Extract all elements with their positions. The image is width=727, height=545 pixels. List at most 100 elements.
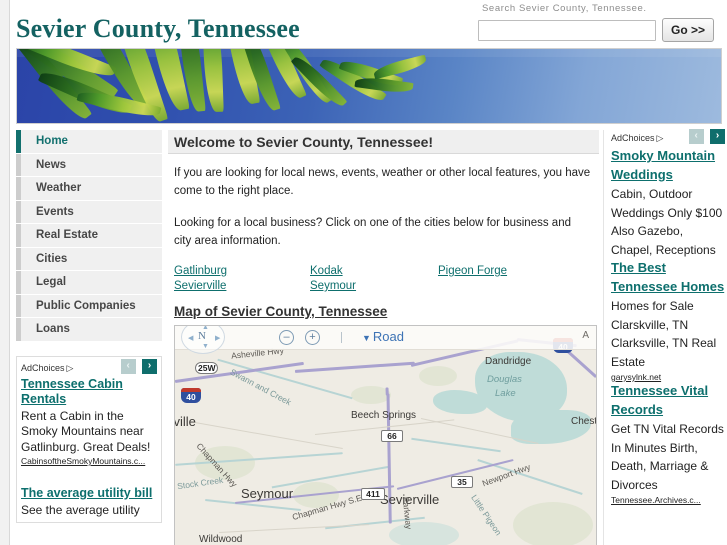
- map-label-douglas-lake: Douglas: [487, 374, 522, 385]
- right-ad-arrows: ‹ ›: [686, 129, 725, 144]
- map-section-heading: Map of Sevier County, Tennessee: [174, 304, 388, 319]
- adchoices-icon: ▷: [656, 133, 664, 143]
- page-title: Sevier County, Tennessee: [16, 14, 300, 43]
- column-divider-left: [603, 130, 604, 545]
- city-column-1: Gatlinburg Sevierville: [174, 264, 314, 294]
- map-green-area: [419, 366, 457, 386]
- sidebar-item-label: Real Estate: [36, 229, 99, 241]
- chevron-down-icon: ▼: [362, 333, 371, 343]
- search-row: Go >>: [478, 18, 721, 42]
- map-lake-arm: [389, 522, 459, 545]
- map-view-label: Road: [372, 329, 404, 344]
- city-link-kodak[interactable]: Kodak: [310, 264, 450, 279]
- page-root: Sevier County, Tennessee Search Sevier C…: [0, 0, 727, 545]
- left-ad-block: AdChoices ▷ ‹ › Tennessee Cabin Rentals R…: [16, 355, 162, 523]
- map-shield-411: 411: [361, 488, 385, 500]
- ad-body-text: Get TN Vital Records In Minutes Birth, D…: [611, 422, 724, 492]
- sidebar-item-label: Weather: [36, 182, 82, 194]
- map-label-beech-springs: Beech Springs: [351, 410, 417, 421]
- ad-body-text: See the average utility: [21, 502, 140, 517]
- map-river: [411, 437, 501, 453]
- map-toolbar-divider: [341, 332, 342, 343]
- ad-body-text: Homes for Sale Clarskville, TN Clarksvil…: [611, 299, 717, 369]
- ad-body-text: Cabin, Outdoor Weddings Only $100 Also G…: [611, 187, 723, 257]
- ad-next-button[interactable]: ›: [142, 358, 157, 374]
- sidebar-item-home[interactable]: Home: [16, 130, 162, 154]
- search-area: Search Sevier County, Tennessee. Go >>: [478, 3, 721, 42]
- city-link-gatlinburg[interactable]: Gatlinburg: [174, 264, 314, 279]
- ad-prev-button[interactable]: ‹: [120, 358, 136, 374]
- map-shield-25w: 25W: [195, 362, 219, 374]
- map-road: [194, 422, 343, 450]
- main-content: Welcome to Sevier County, Tennessee! If …: [168, 130, 599, 545]
- sidebar-item-legal[interactable]: Legal: [16, 271, 162, 295]
- map-toolbar: N ▲ ▼ ◀ ▶ – + ▼ Road: [175, 326, 596, 354]
- sidebar-item-cities[interactable]: Cities: [16, 247, 162, 271]
- ad-prev-button[interactable]: ‹: [688, 129, 704, 144]
- ad-title-link[interactable]: Tennessee Cabin Rentals: [21, 377, 157, 408]
- ad-body-text: Rent a Cabin in the Smoky Mountains near…: [21, 408, 151, 454]
- city-column-3: Pigeon Forge: [438, 264, 578, 279]
- map-shield-66: 66: [381, 430, 403, 442]
- sidebar-item-label: Events: [36, 205, 74, 218]
- zoom-in-icon[interactable]: +: [305, 330, 320, 345]
- intro-paragraph-2: Looking for a local business? Click on o…: [174, 217, 571, 247]
- adchoices-label[interactable]: AdChoices ▷: [611, 133, 663, 143]
- zoom-out-icon[interactable]: –: [279, 330, 294, 345]
- ad-url-link[interactable]: CabinsoftheSmokyMountains.c...: [21, 456, 157, 466]
- sidebar-item-label: Public Companies: [36, 299, 136, 312]
- search-input[interactable]: [478, 19, 656, 41]
- ad-title-link[interactable]: Tennessee Vital Records: [611, 382, 725, 419]
- city-link-sevierville[interactable]: Sevierville: [174, 279, 314, 294]
- left-ad-header: AdChoices ▷ ‹ ›: [21, 358, 157, 375]
- site-header: Sevier County, Tennessee Search Sevier C…: [11, 0, 727, 44]
- left-ad-arrows: ‹ ›: [118, 358, 157, 374]
- search-go-button[interactable]: Go >>: [662, 18, 715, 42]
- sidebar-item-loans[interactable]: Loans: [16, 318, 162, 342]
- search-label: Search Sevier County, Tennessee.: [482, 3, 647, 14]
- map-label-chestnut: Chestnut: [571, 416, 597, 427]
- compass-north-label: N: [198, 330, 206, 342]
- compass-right-arrow-icon[interactable]: ▶: [215, 334, 220, 342]
- map-canvas[interactable]: xville Asheville Hwy Swann and Creek Dan…: [175, 326, 596, 545]
- intro-paragraph-1: If you are looking for local news, event…: [174, 167, 591, 197]
- sidebar-item-label: Loans: [36, 323, 70, 335]
- map-label-douglas-lake-2: Lake: [495, 388, 516, 399]
- sidebar-item-weather[interactable]: Weather: [16, 177, 162, 201]
- ad-url-link[interactable]: Tennessee.Archives.c...: [611, 495, 725, 505]
- ad-url-link[interactable]: garysylnk.net: [611, 372, 725, 382]
- main-heading: Welcome to Sevier County, Tennessee!: [168, 130, 599, 154]
- compass-left-arrow-icon[interactable]: ◀: [188, 334, 193, 342]
- map-label-stock-creek: Stock Creek: [176, 474, 224, 492]
- adchoices-label[interactable]: AdChoices ▷: [21, 363, 73, 373]
- sidebar-item-label: Cities: [36, 252, 68, 265]
- banner-image: [16, 48, 722, 124]
- map-shield-i40-west: 40: [181, 388, 201, 403]
- ad-title-link[interactable]: Smoky Mountain Weddings: [611, 147, 725, 184]
- sidebar-item-events[interactable]: Events: [16, 200, 162, 224]
- map-label-dandridge: Dandridge: [485, 356, 532, 367]
- city-column-2: Kodak Seymour: [310, 264, 450, 294]
- ad-next-button[interactable]: ›: [710, 129, 725, 144]
- adchoices-icon: ▷: [66, 362, 74, 373]
- sidebar-item-news[interactable]: News: [16, 153, 162, 177]
- main-body: If you are looking for local news, event…: [168, 154, 599, 545]
- compass-rose-icon[interactable]: N ▲ ▼ ◀ ▶: [181, 326, 225, 354]
- compass-down-arrow-icon[interactable]: ▼: [202, 343, 209, 350]
- sidebar-item-public-companies[interactable]: Public Companies: [16, 294, 162, 318]
- city-link-pigeon-forge[interactable]: Pigeon Forge: [438, 264, 578, 279]
- ad-title-link[interactable]: The average utility bill: [21, 486, 157, 502]
- page-left-gutter: [0, 0, 10, 545]
- sidebar-item-real-estate[interactable]: Real Estate: [16, 224, 162, 248]
- map-view-selector[interactable]: ▼ Road: [362, 329, 404, 344]
- city-link-seymour[interactable]: Seymour: [310, 279, 450, 294]
- map-corner-letter: A: [582, 330, 589, 341]
- map-widget[interactable]: xville Asheville Hwy Swann and Creek Dan…: [174, 325, 597, 545]
- compass-up-arrow-icon[interactable]: ▲: [202, 326, 209, 331]
- ad-separator: [21, 466, 157, 486]
- sidebar-item-label: News: [36, 158, 67, 171]
- map-label-seymour: Seymour: [241, 486, 294, 501]
- city-links-group: Gatlinburg Sevierville Kodak Seymour Pig…: [174, 264, 591, 294]
- ad-title-link[interactable]: The Best Tennessee Homes: [611, 259, 725, 296]
- right-sidebar: AdChoices ▷ ‹ › Smoky Mountain Weddings C…: [609, 129, 727, 505]
